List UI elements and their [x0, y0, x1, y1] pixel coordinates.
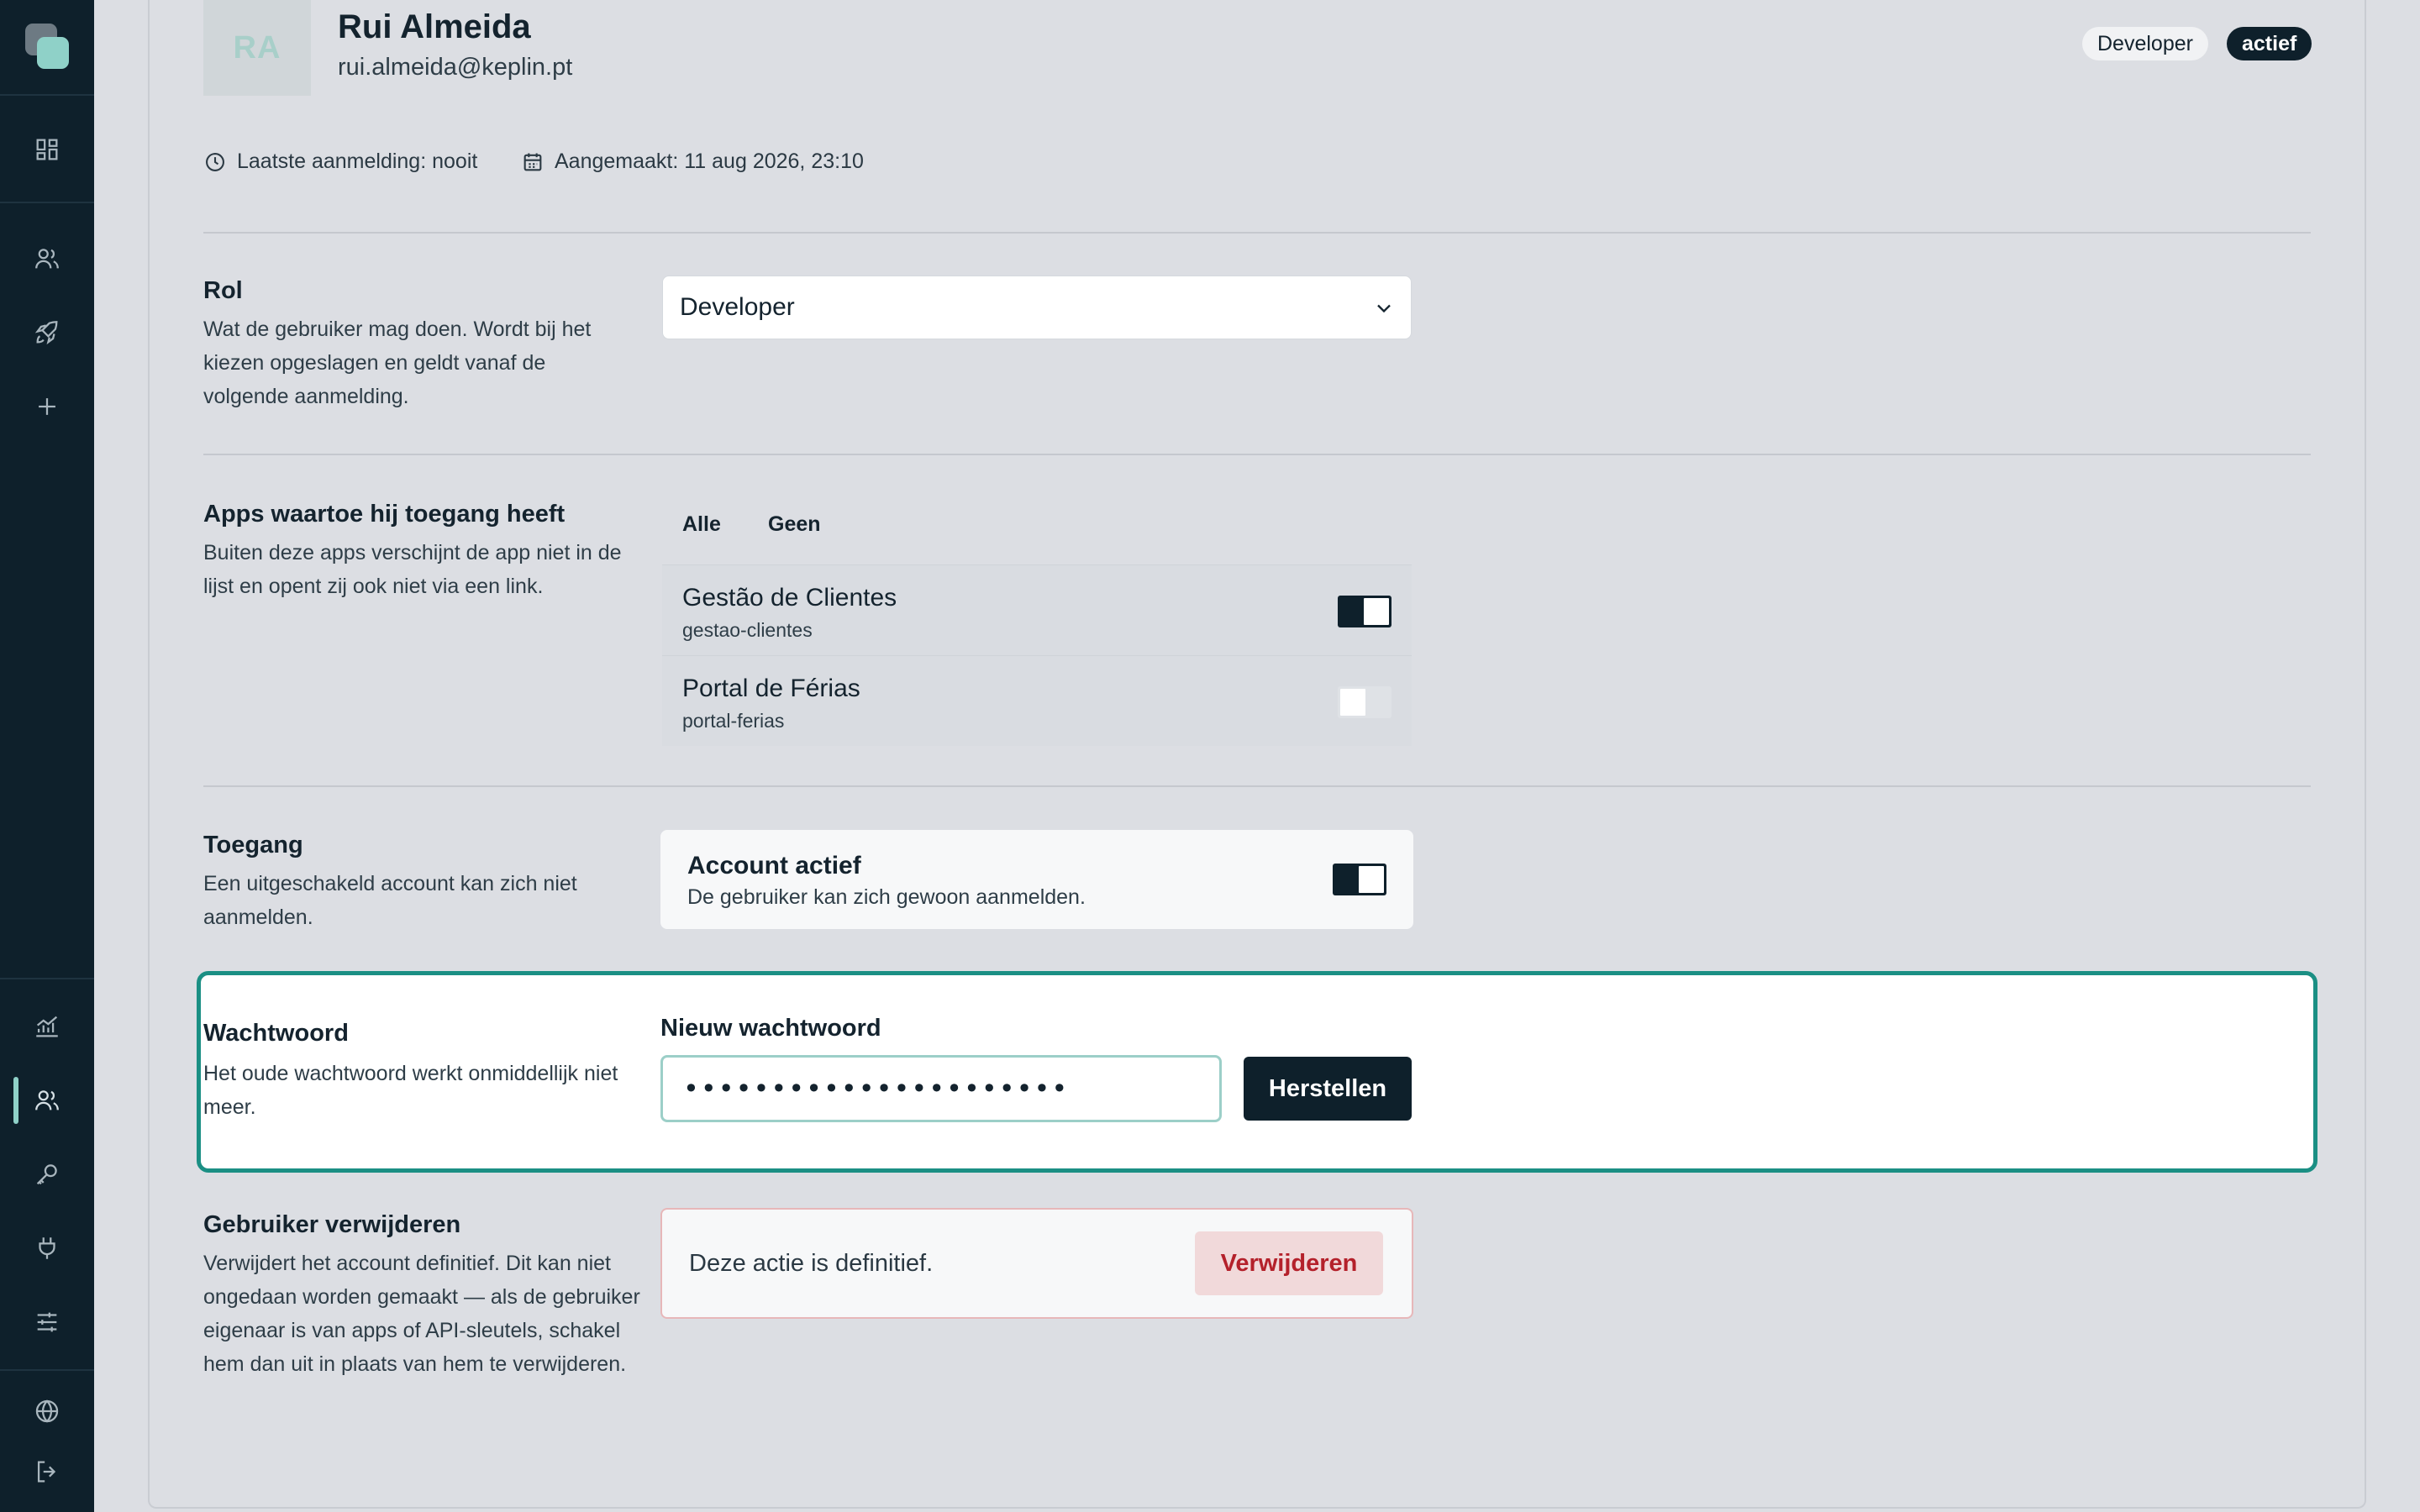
account-active-card: Account actief De gebruiker kan zich gew…	[660, 830, 1413, 929]
app-access-toggle[interactable]	[1338, 686, 1392, 718]
rocket-icon[interactable]	[30, 316, 64, 349]
clock-icon	[206, 152, 224, 171]
access-section-title: Toegang	[203, 832, 303, 858]
sidebar	[0, 0, 94, 1512]
sidebar-divider	[0, 202, 94, 203]
reset-password-button[interactable]: Herstellen	[1244, 1057, 1412, 1121]
users-icon[interactable]	[30, 242, 64, 276]
role-select[interactable]: Developer	[662, 276, 1412, 339]
new-password-label: Nieuw wachtwoord	[660, 1015, 881, 1042]
section-divider	[203, 785, 2311, 787]
app-name: Portal de Férias	[682, 675, 860, 702]
role-section-description: Wat de gebruiker mag doen. Wordt bij het…	[203, 318, 592, 408]
sidebar-divider	[0, 94, 94, 96]
user-email: rui.almeida@keplin.pt	[338, 54, 573, 81]
delete-section-title: Gebruiker verwijderen	[203, 1211, 461, 1238]
access-section-description: Een uitgeschakeld account kan zich niet …	[203, 872, 577, 929]
plug-icon[interactable]	[30, 1231, 64, 1265]
app-name: Gestão de Clientes	[682, 584, 897, 612]
key-icon[interactable]	[30, 1158, 64, 1191]
globe-icon[interactable]	[30, 1394, 64, 1428]
users-icon[interactable]	[30, 1084, 64, 1117]
app-logo[interactable]	[25, 24, 72, 71]
role-section-title: Rol	[203, 277, 243, 304]
delete-user-card: Deze actie is definitief. Verwijderen	[660, 1208, 1413, 1319]
dashboard-icon[interactable]	[30, 133, 64, 166]
sidebar-divider	[0, 1369, 94, 1371]
password-section-title: Wachtwoord	[203, 1020, 349, 1047]
apps-section-title: Apps waartoe hij toegang heeft	[203, 501, 566, 528]
calendar-icon	[523, 153, 542, 171]
account-active-description: De gebruiker kan zich gewoon aanmelden.	[687, 885, 1086, 909]
new-password-input[interactable]	[660, 1055, 1222, 1122]
user-name: Rui Almeida	[338, 8, 531, 45]
last-login-meta: Laatste aanmelding: nooit	[203, 150, 477, 174]
sliders-icon[interactable]	[30, 1305, 64, 1339]
select-no-apps-button[interactable]: Geen	[768, 512, 821, 537]
created-meta: Aangemaakt: 11 aug 2026, 23:10	[521, 150, 864, 174]
created-text: Aangemaakt: 11 aug 2026, 23:10	[555, 150, 864, 173]
section-divider	[203, 454, 2311, 455]
active-nav-indicator	[13, 1077, 18, 1124]
analytics-icon[interactable]	[30, 1010, 64, 1043]
account-active-toggle[interactable]	[1333, 864, 1386, 895]
sidebar-divider	[0, 978, 94, 979]
app-slug: gestao-clientes	[682, 619, 813, 641]
avatar: RA	[203, 0, 311, 96]
logout-icon[interactable]	[30, 1455, 64, 1488]
logo-shape-front	[37, 37, 69, 69]
apps-section-description: Buiten deze apps verschijnt de app niet …	[203, 541, 622, 598]
delete-section-description: Verwijdert het account definitief. Dit k…	[203, 1252, 640, 1376]
app-access-toggle[interactable]	[1338, 596, 1392, 627]
role-badge: Developer	[2082, 27, 2208, 60]
app-row-gestao-clientes: Gestão de Clientes gestao-clientes	[662, 564, 1412, 655]
status-badge: actief	[2227, 27, 2312, 60]
app-slug: portal-ferias	[682, 710, 785, 732]
role-select-value: Developer	[680, 293, 795, 321]
account-active-title: Account actief	[687, 852, 861, 879]
delete-warning-text: Deze actie is definitief.	[689, 1250, 934, 1277]
section-divider	[203, 232, 2311, 234]
chevron-down-icon	[1377, 304, 1391, 313]
password-section-description: Het oude wachtwoord werkt onmiddellijk n…	[203, 1062, 618, 1119]
select-all-apps-button[interactable]: Alle	[682, 512, 721, 537]
app-row-portal-ferias: Portal de Férias portal-ferias	[662, 655, 1412, 746]
delete-user-button[interactable]: Verwijderen	[1195, 1231, 1383, 1295]
plus-icon[interactable]	[30, 390, 64, 423]
last-login-text: Laatste aanmelding: nooit	[237, 150, 478, 173]
